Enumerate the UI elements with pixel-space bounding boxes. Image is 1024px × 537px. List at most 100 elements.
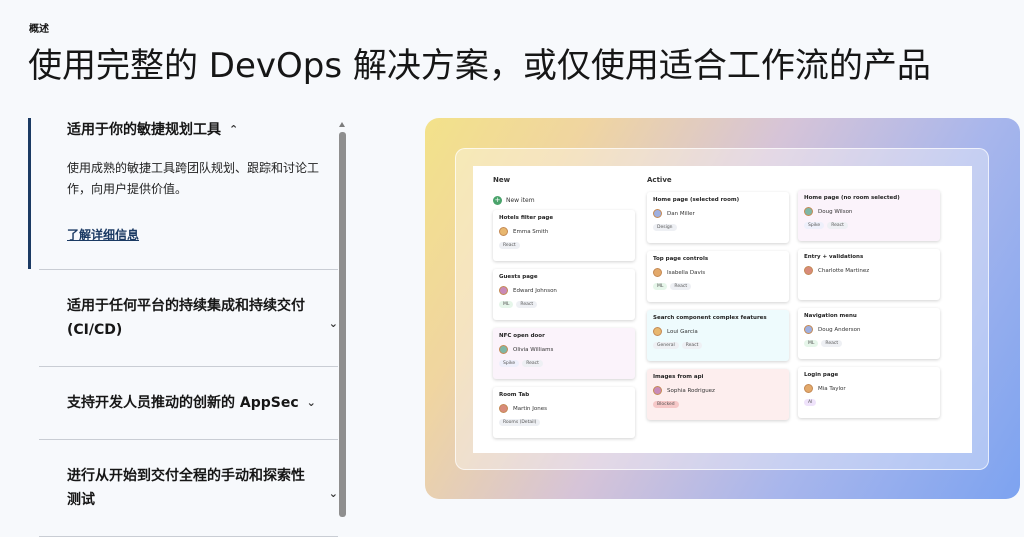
card-title: Navigation menu (804, 313, 857, 319)
avatar (653, 268, 662, 277)
column-title (798, 176, 940, 190)
tag-badge: React (522, 360, 543, 367)
avatar (804, 266, 813, 275)
tag-badge: React (681, 342, 703, 349)
kanban-card: Room Tab Martin Jones Rooms (Detail) (493, 387, 635, 438)
kanban-card: Guests page Edward Johnson ML React (493, 269, 635, 320)
card-assignee: Martin Jones (499, 404, 629, 413)
avatar (653, 209, 662, 218)
page-title: 使用完整的 DevOps 解决方案，或仅使用适合工作流的产品 (28, 46, 931, 86)
avatar (653, 386, 662, 395)
tag-badge: Spike (804, 222, 825, 229)
assignee-name: Edward Johnson (513, 287, 557, 294)
kanban-card: Images from api Sophia Rodriguez Blocked (647, 369, 789, 420)
accordion-header-agile[interactable]: 适用于你的敏捷规划工具 ⌃ (67, 118, 338, 142)
tag-badge: React (821, 340, 843, 347)
accordion-item-cicd[interactable]: 适用于任何平台的持续集成和持续交付 (CI/CD) ⌄ (39, 269, 338, 367)
kanban-card: Entry + validations Charlotte Martinez (798, 249, 940, 300)
column-title: Active (647, 176, 672, 184)
assignee-name: Charlotte Martinez (818, 267, 870, 274)
avatar (804, 384, 813, 393)
assignee-name: Martin Jones (513, 405, 548, 412)
kanban-card: Login page Mia Taylor AI (798, 367, 940, 418)
card-assignee: Doug Wilson (804, 207, 934, 216)
card-assignee: Emma Smith (499, 227, 629, 236)
card-tags: ML React (653, 283, 783, 290)
accordion-title: 适用于任何平台的持续集成和持续交付 (CI/CD) (67, 298, 305, 338)
card-title: NFC open door (499, 333, 545, 339)
card-title: Entry + validations (804, 254, 864, 260)
kanban-card: Home page (no room selected) Doug Wilson S… (798, 190, 940, 241)
accordion-body-text: 使用成熟的敏捷工具跨团队规划、跟踪和讨论工作，向用户提供价值。 (67, 161, 320, 196)
new-item-button: + New item (493, 194, 635, 206)
chevron-down-icon: ⌄ (328, 317, 338, 330)
card-tags: Rooms (Detail) (499, 419, 629, 426)
scrollbar[interactable] (339, 122, 346, 517)
avatar (499, 404, 508, 413)
avatar (804, 325, 813, 334)
accordion-item-testing[interactable]: 进行从开始到交付全程的手动和探索性测试 ⌄ (39, 440, 338, 537)
card-title: Home page (selected room) (653, 197, 740, 203)
tag-badge: React (516, 301, 538, 308)
assignee-name: Olivia Williams (513, 346, 554, 353)
card-assignee: Isabella Davis (653, 268, 783, 277)
assignee-name: Isabella Davis (667, 269, 706, 276)
card-title: Home page (no room selected) (804, 195, 900, 201)
avatar (653, 327, 662, 336)
card-title: Guests page (499, 274, 538, 280)
assignee-name: Dan Miller (667, 210, 695, 217)
card-title: Login page (804, 372, 839, 378)
kanban-card: Home page (selected room) Dan Miller Desig… (647, 192, 789, 243)
accordion-item-appsec[interactable]: 支持开发人员推动的创新的 AppSec ⌄ (39, 367, 338, 440)
card-title: Hotels filter page (499, 215, 554, 221)
chevron-up-icon: ⌃ (229, 123, 239, 136)
card-tags: Blocked (653, 401, 783, 408)
tag-badge: ML (653, 283, 668, 290)
card-assignee: Loui Garcia (653, 327, 783, 336)
learn-more-link[interactable]: 了解详细信息 (67, 226, 139, 243)
card-assignee: Mia Taylor (804, 384, 934, 393)
tag-badge: React (670, 283, 692, 290)
tag-badge: ML (499, 301, 514, 308)
tag-badge: Blocked (653, 401, 679, 408)
tag-badge: AI (804, 399, 817, 406)
new-item-label: New item (506, 196, 535, 204)
tag-badge: React (499, 242, 520, 249)
plus-icon: + (493, 195, 502, 205)
accordion-header-testing[interactable]: 进行从开始到交付全程的手动和探索性测试 ⌄ (39, 440, 338, 536)
scroll-up-arrow-icon[interactable] (339, 122, 345, 127)
accordion-header-appsec[interactable]: 支持开发人员推动的创新的 AppSec ⌄ (39, 367, 338, 439)
assignee-name: Sophia Rodriguez (667, 387, 715, 394)
card-tags: ML React (804, 340, 934, 347)
board-column: Home page (no room selected) Doug Wilson S… (798, 176, 940, 418)
card-tags: General React (653, 342, 783, 349)
tag-badge: Design (653, 224, 677, 231)
accordion-item-agile: 适用于你的敏捷规划工具 ⌃ 使用成熟的敏捷工具跨团队规划、跟踪和讨论工作，向用户… (28, 118, 338, 269)
assignee-name: Loui Garcia (667, 328, 698, 335)
card-title: Top page controls (653, 256, 709, 262)
tag-badge: ML (804, 340, 819, 347)
card-title: Room Tab (499, 392, 530, 398)
assignee-name: Doug Wilson (818, 208, 853, 215)
card-assignee: Charlotte Martinez (804, 266, 934, 275)
assignee-name: Doug Anderson (818, 326, 861, 333)
scroll-thumb[interactable] (339, 132, 346, 517)
accordion-title: 进行从开始到交付全程的手动和探索性测试 (67, 468, 305, 508)
board-column: New + New item Hotels filter page Emma Smith… (493, 176, 635, 438)
card-tags: Design (653, 224, 783, 231)
card-tags: AI (804, 399, 934, 406)
tag-badge: Spike (499, 360, 520, 367)
kanban-board: New + New item Hotels filter page Emma Smith… (473, 166, 972, 453)
card-assignee: Edward Johnson (499, 286, 629, 295)
kanban-card: Top page controls Isabella Davis ML React (647, 251, 789, 302)
kanban-card: Hotels filter page Emma Smith React (493, 210, 635, 261)
assignee-name: Emma Smith (513, 228, 549, 235)
feature-accordion: 适用于你的敏捷规划工具 ⌃ 使用成熟的敏捷工具跨团队规划、跟踪和讨论工作，向用户… (28, 118, 338, 537)
card-tags: Spike React (499, 360, 629, 367)
card-tags: React (499, 242, 629, 249)
accordion-header-cicd[interactable]: 适用于任何平台的持续集成和持续交付 (CI/CD) ⌄ (39, 270, 338, 366)
card-assignee: Doug Anderson (804, 325, 934, 334)
hero-illustration: New + New item Hotels filter page Emma Smith… (425, 118, 1020, 499)
card-assignee: Sophia Rodriguez (653, 386, 783, 395)
tag-badge: Rooms (Detail) (499, 419, 541, 426)
